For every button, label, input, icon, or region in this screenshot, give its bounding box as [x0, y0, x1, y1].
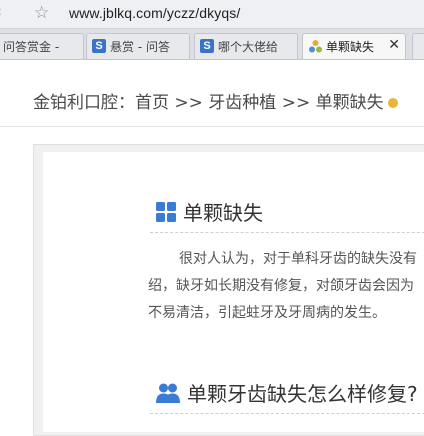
article-paragraph: 很对人认为，对于单科牙齿的缺失没有 绍，缺牙如长期没有修复，对颌牙齿会因为 不易… [148, 246, 424, 327]
sogou-s-icon: S [92, 39, 106, 53]
breadcrumb-current: 单颗缺失 [315, 93, 384, 113]
section-heading: 单颗缺失 [155, 197, 263, 226]
paragraph-line: 很对人认为，对于单科牙齿的缺失没有 [179, 251, 417, 267]
site-logo-icon [309, 40, 322, 53]
paragraph-line: 不易清洁，引起蛀牙及牙周病的发生。 [148, 305, 386, 321]
address-bar: ‹ ☆ www.jblkq.com/yczz/dkyqs/ [0, 0, 424, 29]
tab-label: 哪个大佬给 [218, 40, 279, 54]
star-icon[interactable]: ☆ [34, 3, 49, 23]
tab-label: 悬赏 - 问答 [110, 40, 170, 54]
breadcrumb-separator: >> [276, 93, 316, 113]
url-field[interactable]: www.jblkq.com/yczz/dkyqs/ [69, 5, 240, 21]
breadcrumb: 金铂利口腔：首页 >> 牙齿种植 >> 单颗缺失 [33, 88, 398, 113]
tab-partial[interactable] [412, 33, 424, 59]
close-icon[interactable]: ✕ [388, 37, 400, 53]
users-icon [156, 383, 180, 403]
section-title: 单颗牙齿缺失怎么样修复? [187, 382, 418, 406]
paragraph-line: 绍，缺牙如长期没有修复，对颌牙齿会因为 [148, 278, 414, 294]
tab-strip: 问答赏金 - S 悬赏 - 问答 S 哪个大佬给 单颗缺失 ✕ [0, 29, 424, 60]
section-title: 单颗缺失 [183, 201, 263, 225]
tab-wenda[interactable]: 问答赏金 - [0, 33, 84, 59]
breadcrumb-site: 金铂利口腔： [33, 93, 135, 113]
divider [150, 232, 424, 233]
tab-label: 问答赏金 - [3, 40, 60, 54]
breadcrumb-home[interactable]: 首页 [135, 93, 169, 113]
grid-icon [156, 201, 176, 222]
back-icon[interactable]: ‹ [0, 4, 2, 20]
section-heading: 单颗牙齿缺失怎么样修复? [155, 378, 418, 407]
sogou-s-icon: S [200, 39, 214, 53]
breadcrumb-category[interactable]: 牙齿种植 [208, 93, 276, 113]
divider [150, 413, 424, 414]
tab-xuanshang[interactable]: S 悬赏 - 问答 [86, 33, 190, 59]
crumb-dot-icon [387, 98, 398, 108]
tab-danke-active[interactable]: 单颗缺失 ✕ [302, 33, 406, 59]
breadcrumb-separator: >> [169, 93, 209, 113]
tab-label: 单颗缺失 [326, 40, 375, 54]
tab-dalao[interactable]: S 哪个大佬给 [194, 33, 298, 59]
